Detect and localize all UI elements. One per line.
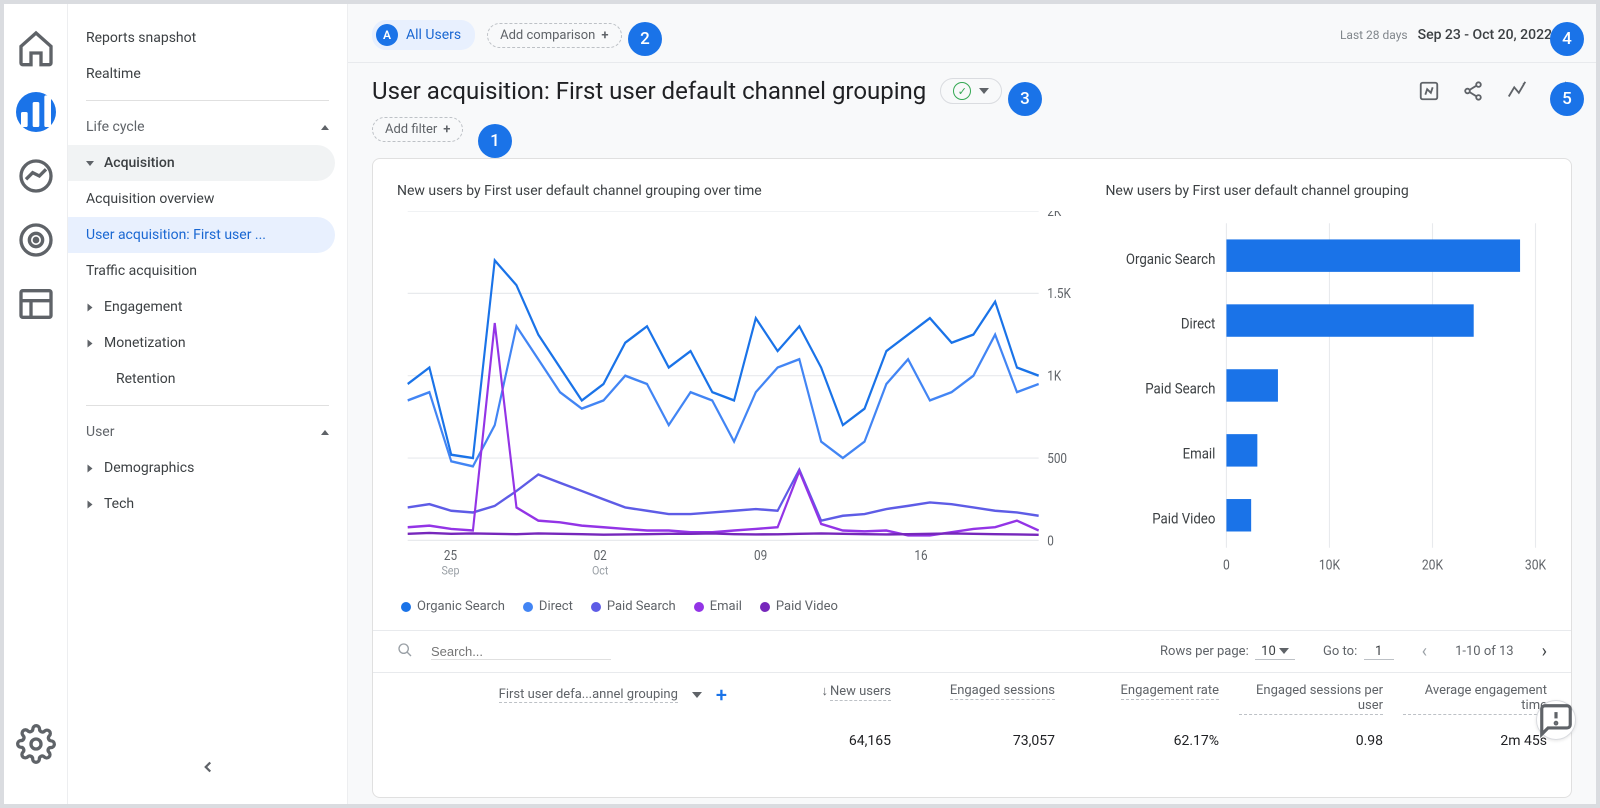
chevron-right-icon — [88, 303, 93, 311]
svg-text:Organic Search: Organic Search — [1126, 251, 1216, 268]
goto-label: Go to: — [1323, 644, 1357, 659]
nav-demographics[interactable]: Demographics — [68, 450, 347, 486]
nav-realtime[interactable]: Realtime — [68, 56, 347, 92]
nav-collapse-icon[interactable] — [199, 758, 217, 780]
plus-icon: + — [443, 122, 450, 137]
chevron-down-icon — [692, 692, 702, 698]
home-icon[interactable] — [16, 28, 56, 68]
bar-chart: 0 10K 20K 30K Organic Search Direct Paid Searc… — [1105, 211, 1547, 577]
svg-text:Oct: Oct — [592, 563, 609, 577]
customize-icon[interactable] — [1418, 78, 1440, 104]
legend-item[interactable]: Paid Search — [591, 599, 676, 614]
explore-icon[interactable] — [16, 156, 56, 196]
rows-per-page-label: Rows per page: — [1160, 644, 1249, 659]
line-chart-legend: Organic Search Direct Paid Search Email Paid… — [373, 589, 1571, 630]
chevron-down-icon — [86, 161, 94, 166]
svg-text:Paid Search: Paid Search — [1146, 381, 1216, 398]
prev-page-button[interactable]: ‹ — [1422, 641, 1427, 662]
data-quality-chip[interactable]: ✓ — [940, 78, 1002, 104]
callout-5: 5 — [1550, 82, 1584, 116]
search-icon — [397, 642, 413, 662]
segment-chip[interactable]: A All Users — [372, 20, 475, 50]
chevron-right-icon — [88, 500, 93, 508]
svg-text:Email: Email — [1183, 446, 1216, 463]
svg-text:500: 500 — [1047, 451, 1067, 467]
table-search-input[interactable] — [431, 644, 611, 660]
segment-label: All Users — [406, 27, 461, 43]
legend-item[interactable]: Organic Search — [401, 599, 505, 614]
segment-badge: A — [376, 24, 398, 46]
report-nav: Reports snapshot Realtime Life cycle Acq… — [68, 4, 348, 804]
nav-engagement[interactable]: Engagement — [68, 289, 347, 325]
settings-icon[interactable] — [16, 724, 56, 764]
nav-traffic-acquisition[interactable]: Traffic acquisition — [68, 253, 347, 289]
nav-acq-overview[interactable]: Acquisition overview — [68, 181, 347, 217]
page-range: 1-10 of 13 — [1455, 644, 1514, 659]
col-avg-engagement-time[interactable]: Average engagement time — [1383, 683, 1547, 715]
callout-4: 4 — [1550, 22, 1584, 56]
chevron-right-icon — [88, 339, 93, 347]
line-chart: 0 500 1K 1.5K 2K 25Sep 02Oct 09 16 — [397, 211, 1081, 577]
next-page-button[interactable]: › — [1542, 641, 1547, 662]
nav-user-acquisition[interactable]: User acquisition: First user ... — [68, 217, 335, 253]
col-engaged-sessions[interactable]: Engaged sessions — [891, 683, 1055, 700]
callout-2: 2 — [628, 22, 662, 56]
svg-text:Sep: Sep — [441, 563, 459, 577]
svg-text:Direct: Direct — [1181, 316, 1216, 333]
share-icon[interactable] — [1462, 78, 1484, 104]
dimension-picker[interactable]: First user defa...annel grouping — [499, 687, 678, 703]
svg-text:0: 0 — [1047, 534, 1054, 550]
chevron-up-icon — [321, 125, 329, 130]
bar-chart-title: New users by First user default channel … — [1105, 183, 1547, 199]
svg-text:10K: 10K — [1319, 558, 1341, 574]
add-dimension-button[interactable]: + — [716, 683, 727, 707]
svg-text:02: 02 — [594, 548, 607, 564]
line-chart-title: New users by First user default channel … — [397, 183, 1081, 199]
svg-text:1.5K: 1.5K — [1047, 287, 1071, 303]
svg-text:16: 16 — [914, 548, 927, 564]
col-engagement-rate[interactable]: Engagement rate — [1055, 683, 1219, 700]
svg-text:Paid Video: Paid Video — [1153, 511, 1216, 528]
svg-text:20K: 20K — [1422, 558, 1444, 574]
svg-text:25: 25 — [444, 548, 457, 564]
nav-retention[interactable]: Retention — [68, 361, 347, 397]
add-comparison-button[interactable]: Add comparison + — [487, 23, 621, 48]
legend-item[interactable]: Direct — [523, 599, 573, 614]
legend-item[interactable]: Paid Video — [760, 599, 838, 614]
goto-input[interactable]: 1 — [1364, 644, 1394, 660]
date-range-picker[interactable]: Last 28 days Sep 23 - Oct 20, 2022 — [1340, 27, 1572, 43]
nav-acquisition[interactable]: Acquisition — [68, 145, 335, 181]
nav-life-cycle[interactable]: Life cycle — [68, 109, 347, 145]
nav-tech[interactable]: Tech — [68, 486, 347, 522]
main-content: A All Users Add comparison + Last 28 day… — [348, 4, 1596, 804]
rows-per-page-select[interactable]: 10 — [1255, 644, 1295, 660]
advertising-icon[interactable] — [16, 220, 56, 260]
configure-icon[interactable] — [16, 284, 56, 324]
add-filter-button[interactable]: Add filter + — [372, 117, 463, 142]
svg-text:0: 0 — [1223, 558, 1230, 574]
page-title: User acquisition: First user default cha… — [372, 77, 926, 105]
col-engaged-per-user[interactable]: Engaged sessions per user — [1219, 683, 1383, 715]
plus-icon: + — [601, 28, 608, 43]
check-circle-icon: ✓ — [953, 82, 971, 100]
svg-text:09: 09 — [754, 548, 767, 564]
chevron-up-icon — [321, 430, 329, 435]
svg-text:2K: 2K — [1047, 211, 1061, 220]
chevron-right-icon — [88, 464, 93, 472]
nav-reports-snapshot[interactable]: Reports snapshot — [68, 20, 347, 56]
insights-icon[interactable] — [1506, 78, 1528, 104]
chevron-down-icon — [979, 88, 989, 94]
reports-icon[interactable] — [16, 92, 56, 132]
table-totals-row: 64,165 73,057 62.17% 0.98 2m 45s — [373, 725, 1571, 757]
feedback-button[interactable] — [1536, 700, 1576, 740]
icon-rail — [4, 4, 68, 804]
nav-user-section[interactable]: User — [68, 414, 347, 450]
svg-text:1K: 1K — [1047, 369, 1061, 385]
nav-monetization[interactable]: Monetization — [68, 325, 347, 361]
legend-item[interactable]: Email — [694, 599, 742, 614]
callout-1: 1 — [478, 124, 512, 158]
svg-text:30K: 30K — [1525, 558, 1547, 574]
col-new-users[interactable]: ↓New users — [727, 683, 891, 701]
callout-3: 3 — [1008, 82, 1042, 116]
